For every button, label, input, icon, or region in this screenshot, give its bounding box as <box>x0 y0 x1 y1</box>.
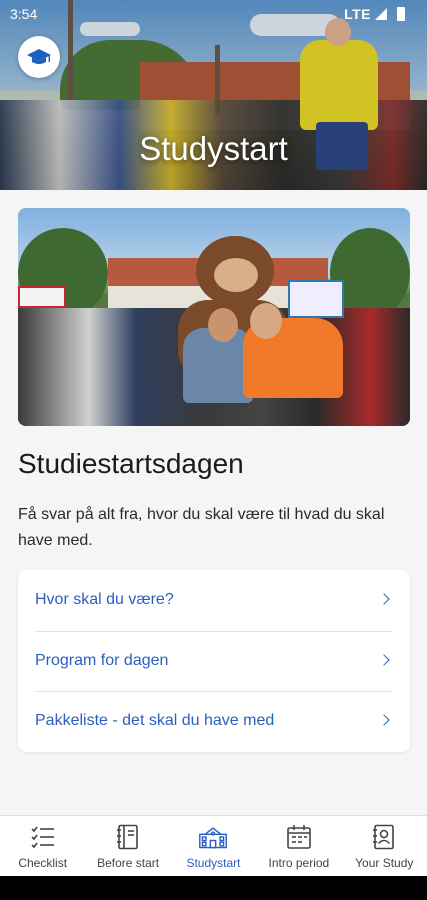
nav-your-study[interactable]: Your Study <box>342 816 427 876</box>
battery-icon <box>397 7 405 21</box>
notebook-icon <box>113 823 143 851</box>
contact-card-icon <box>369 823 399 851</box>
nav-label: Before start <box>97 856 160 870</box>
calendar-icon <box>284 823 314 851</box>
studystart-photo <box>18 208 410 426</box>
signal-icon <box>375 8 387 20</box>
status-time: 3:54 <box>10 6 38 22</box>
nav-label: Studystart <box>186 856 241 870</box>
nav-checklist[interactable]: Checklist <box>0 816 85 876</box>
system-navigation-bar <box>0 876 427 900</box>
link-packing-list[interactable]: Pakkeliste - det skal du have med <box>18 691 410 752</box>
hero-title: Studystart <box>139 130 288 167</box>
nav-intro-period[interactable]: Intro period <box>256 816 341 876</box>
photo-sign <box>18 286 66 308</box>
hero-header: 3:54 LTE Studystart <box>0 0 427 190</box>
status-bar: 3:54 LTE <box>0 0 427 28</box>
nav-label: Your Study <box>355 856 414 870</box>
link-where-to-be[interactable]: Hvor skal du være? <box>18 570 410 631</box>
photo-student-face <box>208 308 238 342</box>
photo-sign <box>288 280 344 318</box>
link-program[interactable]: Program for dagen <box>18 630 410 692</box>
bottom-navigation: Checklist Before start Studystart Intro … <box>0 815 427 876</box>
network-type: LTE <box>344 6 371 22</box>
nav-studystart[interactable]: Studystart <box>171 816 256 876</box>
nav-label: Intro period <box>268 856 330 870</box>
article-title: Studiestartsdagen <box>18 448 244 479</box>
school-building-icon <box>198 823 228 851</box>
checklist-icon <box>28 823 58 851</box>
graduation-cap-icon[interactable] <box>18 36 60 78</box>
link-label: Pakkeliste - det skal du have med <box>35 712 275 730</box>
link-label: Hvor skal du være? <box>35 591 174 609</box>
nav-before-start[interactable]: Before start <box>85 816 170 876</box>
link-list: Hvor skal du være? Program for dagen Pak… <box>18 570 410 752</box>
main-content: Studiestartsdagen Få svar på alt fra, hv… <box>0 190 427 815</box>
photo-student-face <box>250 303 282 339</box>
article-description: Få svar på alt fra, hvor du skal være ti… <box>18 506 385 549</box>
chevron-right-icon <box>378 654 390 666</box>
photo-mascot-face <box>214 258 258 292</box>
link-label: Program for dagen <box>35 651 169 669</box>
chevron-right-icon <box>378 714 390 727</box>
chevron-right-icon <box>378 593 390 605</box>
app-screen: 3:54 LTE Studystart Studiestartsdagen Få… <box>0 0 427 876</box>
nav-label: Checklist <box>18 856 68 870</box>
